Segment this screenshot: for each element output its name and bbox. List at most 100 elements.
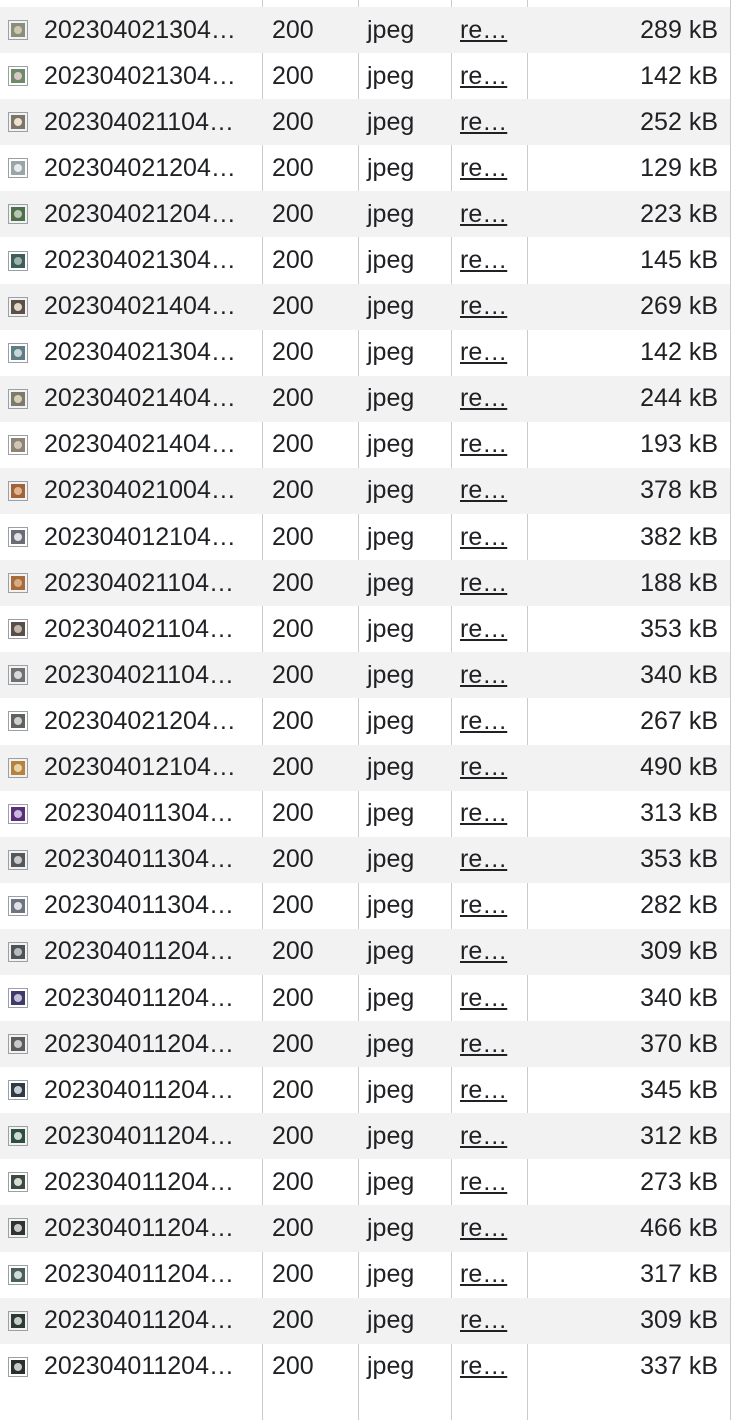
initiator-link[interactable]: re… [460,1352,507,1380]
table-row[interactable]: 202304011204… 200 jpeg re… 466 kB [0,1205,730,1252]
initiator-link[interactable]: re… [460,707,507,735]
name-cell[interactable]: 202304011204… [0,1352,262,1381]
table-row[interactable]: 202304021204… 200 jpeg re… 129 kB [0,145,730,191]
initiator-cell: re… [451,661,527,690]
initiator-link[interactable]: re… [460,753,507,781]
image-thumbnail-icon [8,296,28,317]
initiator-link[interactable]: re… [460,845,507,873]
initiator-link[interactable]: re… [460,523,507,551]
initiator-link[interactable]: re… [460,338,507,366]
initiator-link[interactable]: re… [460,984,507,1012]
initiator-link[interactable]: re… [460,661,507,689]
name-cell[interactable]: 202304021004… [0,476,262,505]
table-row[interactable]: 202304012104… 200 jpeg re… 490 kB [0,744,730,791]
table-row[interactable]: 202304011204… 200 jpeg re… 312 kB [0,1113,730,1160]
size-cell: 340 kB [640,983,718,1012]
table-row[interactable]: 202304011204… 200 jpeg re… 337 kB [0,1344,730,1390]
table-row[interactable]: 202304011204… 200 jpeg re… 309 kB [0,1297,730,1344]
initiator-cell: re… [451,707,527,736]
initiator-link[interactable]: re… [460,799,507,827]
name-cell[interactable]: 202304021304… [0,16,262,45]
initiator-link[interactable]: re… [460,937,507,965]
table-row[interactable]: 202304021104… 200 jpeg re… 353 kB [0,606,730,652]
name-cell[interactable]: 202304021104… [0,661,262,690]
table-row[interactable]: 202304021304… 200 jpeg re… 145 kB [0,237,730,283]
name-cell[interactable]: 202304012104… [0,753,262,782]
table-row[interactable]: 202304011304… 200 jpeg re… 353 kB [0,836,730,883]
table-row[interactable]: 202304021304… 200 jpeg re… 289 kB [0,7,730,54]
table-row[interactable]: 202304021104… 200 jpeg re… 340 kB [0,652,730,699]
initiator-link[interactable]: re… [460,1260,507,1288]
name-cell[interactable]: 202304011204… [0,937,262,966]
initiator-link[interactable]: re… [460,1214,507,1242]
table-row[interactable]: 202304021204… 200 jpeg re… 223 kB [0,191,730,238]
initiator-link[interactable]: re… [460,384,507,412]
request-name: 202304021404… [44,384,236,413]
name-cell[interactable]: 202304021404… [0,430,262,459]
name-cell[interactable]: 202304011204… [0,1030,262,1059]
name-cell[interactable]: 202304011204… [0,984,262,1013]
name-cell[interactable]: 202304011204… [0,1306,262,1335]
status-cell: 200 [272,1167,314,1196]
initiator-link[interactable]: re… [460,1076,507,1104]
table-row[interactable]: 202304011204… 200 jpeg re… 370 kB [0,1021,730,1068]
initiator-link[interactable]: re… [460,1306,507,1334]
initiator-link[interactable]: re… [460,1030,507,1058]
table-row[interactable]: 202304021304… 200 jpeg re… 142 kB [0,53,730,99]
name-cell[interactable]: 202304021204… [0,154,262,183]
name-cell[interactable]: 202304021304… [0,338,262,367]
table-row[interactable]: 202304011204… 200 jpeg re… 309 kB [0,928,730,975]
table-row[interactable]: 202304011204… 200 jpeg re… 317 kB [0,1252,730,1298]
initiator-cell: re… [451,845,527,874]
initiator-link[interactable]: re… [460,246,507,274]
table-row[interactable]: 202304011304… 200 jpeg re… 313 kB [0,791,730,837]
initiator-link[interactable]: re… [460,62,507,90]
table-row[interactable]: 202304012104… 200 jpeg re… 382 kB [0,514,730,560]
name-cell[interactable]: 202304011304… [0,799,262,828]
initiator-link[interactable]: re… [460,154,507,182]
name-cell[interactable]: 202304021404… [0,292,262,321]
initiator-link[interactable]: re… [460,1168,507,1196]
initiator-link[interactable]: re… [460,476,507,504]
table-row[interactable]: 202304021104… 200 jpeg re… 188 kB [0,560,730,607]
name-cell[interactable]: 202304012104… [0,523,262,552]
table-row[interactable]: 202304011204… 200 jpeg re… 345 kB [0,1067,730,1113]
name-cell[interactable]: 202304021104… [0,615,262,644]
initiator-link[interactable]: re… [460,292,507,320]
name-cell[interactable]: 202304021104… [0,569,262,598]
table-row[interactable]: 202304021204… 200 jpeg re… 267 kB [0,698,730,744]
table-row[interactable]: 202304011304… 200 jpeg re… 282 kB [0,883,730,929]
initiator-link[interactable]: re… [460,200,507,228]
table-row[interactable]: 202304011204… 200 jpeg re… 340 kB [0,975,730,1021]
initiator-link[interactable]: re… [460,1122,507,1150]
initiator-link[interactable]: re… [460,108,507,136]
request-name: 202304021304… [44,338,236,367]
name-cell[interactable]: 202304021404… [0,384,262,413]
name-cell[interactable]: 202304021204… [0,200,262,229]
initiator-link[interactable]: re… [460,430,507,458]
request-name: 202304021104… [44,660,234,689]
name-cell[interactable]: 202304021304… [0,62,262,91]
table-row[interactable]: 202304021104… 200 jpeg re… 252 kB [0,99,730,146]
table-row[interactable]: 202304021304… 200 jpeg re… 142 kB [0,330,730,376]
name-cell[interactable]: 202304011304… [0,891,262,920]
initiator-link[interactable]: re… [460,16,507,44]
table-row[interactable]: 202304021404… 200 jpeg re… 193 kB [0,422,730,468]
name-cell[interactable]: 202304011304… [0,845,262,874]
initiator-link[interactable]: re… [460,569,507,597]
type-cell: jpeg [367,706,415,735]
table-row[interactable]: 202304021404… 200 jpeg re… 269 kB [0,283,730,330]
name-cell[interactable]: 202304021304… [0,246,262,275]
name-cell[interactable]: 202304011204… [0,1168,262,1197]
table-row[interactable]: 202304021004… 200 jpeg re… 378 kB [0,467,730,515]
table-row[interactable]: 202304021404… 200 jpeg re… 244 kB [0,375,730,422]
name-cell[interactable]: 202304011204… [0,1122,262,1151]
name-cell[interactable]: 202304011204… [0,1214,262,1243]
table-row[interactable]: 202304011204… 200 jpeg re… 273 kB [0,1159,730,1205]
name-cell[interactable]: 202304011204… [0,1076,262,1105]
name-cell[interactable]: 202304011204… [0,1260,262,1289]
name-cell[interactable]: 202304021204… [0,707,262,736]
initiator-link[interactable]: re… [460,615,507,643]
name-cell[interactable]: 202304021104… [0,108,262,137]
initiator-link[interactable]: re… [460,891,507,919]
